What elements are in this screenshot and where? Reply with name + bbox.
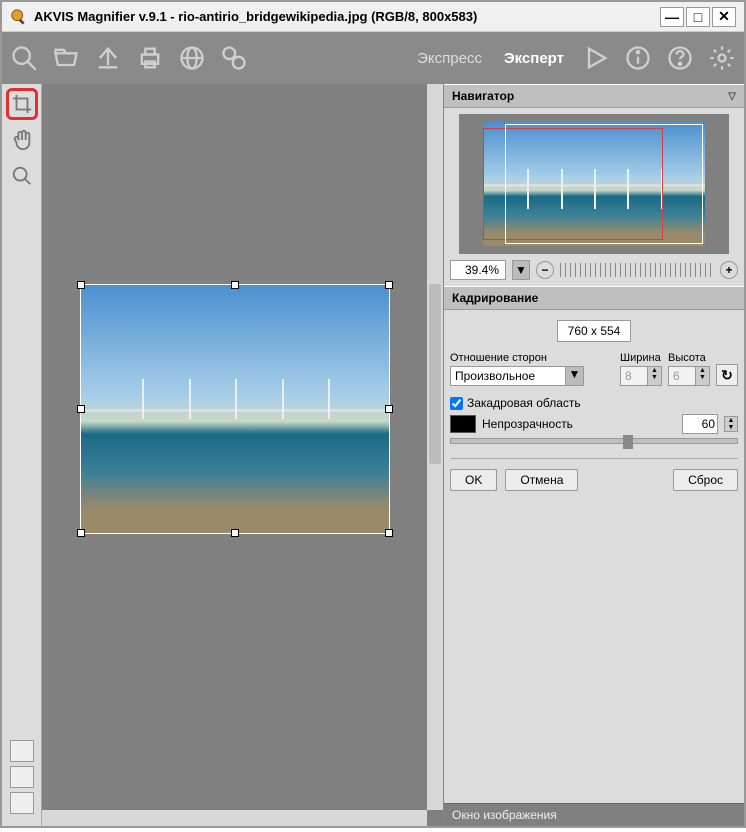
rotate-button[interactable]: ↻	[716, 364, 738, 386]
zoom-tool[interactable]	[6, 160, 38, 192]
slider-thumb[interactable]	[623, 435, 633, 449]
offscreen-label: Закадровая область	[467, 396, 581, 410]
width-spinner[interactable]: ▲▼	[620, 366, 662, 386]
app-icon	[10, 8, 28, 26]
left-toolbar	[2, 84, 42, 826]
help-icon[interactable]	[662, 40, 698, 76]
view-mode-1[interactable]	[10, 740, 34, 762]
gear-icon[interactable]	[704, 40, 740, 76]
chevron-down-icon[interactable]: ▼	[566, 366, 584, 386]
collapse-icon[interactable]: ▽	[728, 91, 736, 102]
opacity-slider[interactable]	[450, 438, 738, 444]
offscreen-checkbox[interactable]	[450, 397, 463, 410]
crop-handle-ne[interactable]	[385, 281, 393, 289]
window-controls: — □ ✕	[660, 7, 736, 27]
cancel-button[interactable]: Отмена	[505, 469, 578, 491]
crop-handle-s[interactable]	[231, 529, 239, 537]
crop-handle-nw[interactable]	[77, 281, 85, 289]
height-input[interactable]	[668, 366, 696, 386]
crop-body: 760 x 554 Отношение сторон ▼ Ширина	[444, 310, 744, 497]
scrollbar-vertical[interactable]	[427, 84, 443, 810]
print-icon[interactable]	[132, 40, 168, 76]
height-spinner[interactable]: ▲▼	[668, 366, 710, 386]
status-text: Окно изображения	[452, 808, 557, 822]
crop-handle-e[interactable]	[385, 405, 393, 413]
save-icon[interactable]	[90, 40, 126, 76]
image-preview[interactable]	[80, 284, 390, 534]
opacity-label: Непрозрачность	[482, 417, 573, 431]
settings-gears-icon[interactable]	[216, 40, 252, 76]
view-mode-2[interactable]	[10, 766, 34, 788]
zoom-out-button[interactable]: −	[536, 261, 554, 279]
width-label: Ширина	[620, 352, 662, 364]
mode-expert[interactable]: Эксперт	[496, 50, 572, 67]
opacity-color-swatch[interactable]	[450, 415, 476, 433]
crop-dimensions: 760 x 554	[557, 320, 632, 342]
main-toolbar: Экспресс Эксперт	[2, 32, 744, 84]
zoom-dropdown[interactable]: ▼	[512, 260, 530, 280]
titlebar: AKVIS Magnifier v.9.1 - rio-antirio_brid…	[2, 2, 744, 32]
reset-button[interactable]: Сброс	[673, 469, 738, 491]
app-window: AKVIS Magnifier v.9.1 - rio-antirio_brid…	[0, 0, 746, 828]
info-icon[interactable]	[620, 40, 656, 76]
scrollbar-thumb[interactable]	[429, 284, 441, 464]
crop-title: Кадрирование	[452, 291, 538, 305]
height-label: Высота	[668, 352, 710, 364]
status-bar: Окно изображения	[444, 803, 744, 826]
ratio-value[interactable]	[450, 366, 566, 386]
zoom-in-button[interactable]: +	[720, 261, 738, 279]
navigator-thumbnail[interactable]	[459, 114, 729, 254]
ok-button[interactable]: OK	[450, 469, 497, 491]
canvas[interactable]	[42, 84, 444, 826]
crop-tool[interactable]	[6, 88, 38, 120]
ratio-dropdown[interactable]: ▼	[450, 366, 614, 386]
mode-express[interactable]: Экспресс	[409, 50, 490, 67]
maximize-button[interactable]: □	[686, 7, 710, 27]
crop-handle-se[interactable]	[385, 529, 393, 537]
content-area: Навигатор ▽ 39.4% ▼ −	[2, 84, 744, 826]
navigator-viewport-white[interactable]	[505, 124, 703, 244]
window-title: AKVIS Magnifier v.9.1 - rio-antirio_brid…	[34, 9, 660, 24]
play-icon[interactable]	[578, 40, 614, 76]
view-mode-swatches	[10, 740, 34, 818]
open-icon[interactable]	[48, 40, 84, 76]
minimize-button[interactable]: —	[660, 7, 684, 27]
navigator-body: 39.4% ▼ − +	[444, 108, 744, 286]
crop-handle-n[interactable]	[231, 281, 239, 289]
navigator-header[interactable]: Навигатор ▽	[444, 84, 744, 108]
scrollbar-horizontal[interactable]	[42, 810, 427, 826]
hand-tool[interactable]	[6, 124, 38, 156]
crop-handle-sw[interactable]	[77, 529, 85, 537]
crop-selection[interactable]	[80, 284, 390, 534]
zoom-controls: 39.4% ▼ − +	[450, 260, 738, 280]
navigator-title: Навигатор	[452, 89, 514, 103]
opacity-input[interactable]	[682, 414, 718, 434]
zoom-value[interactable]: 39.4%	[450, 260, 506, 280]
search-icon[interactable]	[6, 40, 42, 76]
zoom-slider[interactable]	[560, 263, 714, 277]
crop-handle-w[interactable]	[77, 405, 85, 413]
close-button[interactable]: ✕	[712, 7, 736, 27]
width-input[interactable]	[620, 366, 648, 386]
web-icon[interactable]	[174, 40, 210, 76]
view-mode-3[interactable]	[10, 792, 34, 814]
ratio-label: Отношение сторон	[450, 352, 614, 364]
crop-header[interactable]: Кадрирование	[444, 286, 744, 310]
right-panel: Навигатор ▽ 39.4% ▼ −	[444, 84, 744, 826]
